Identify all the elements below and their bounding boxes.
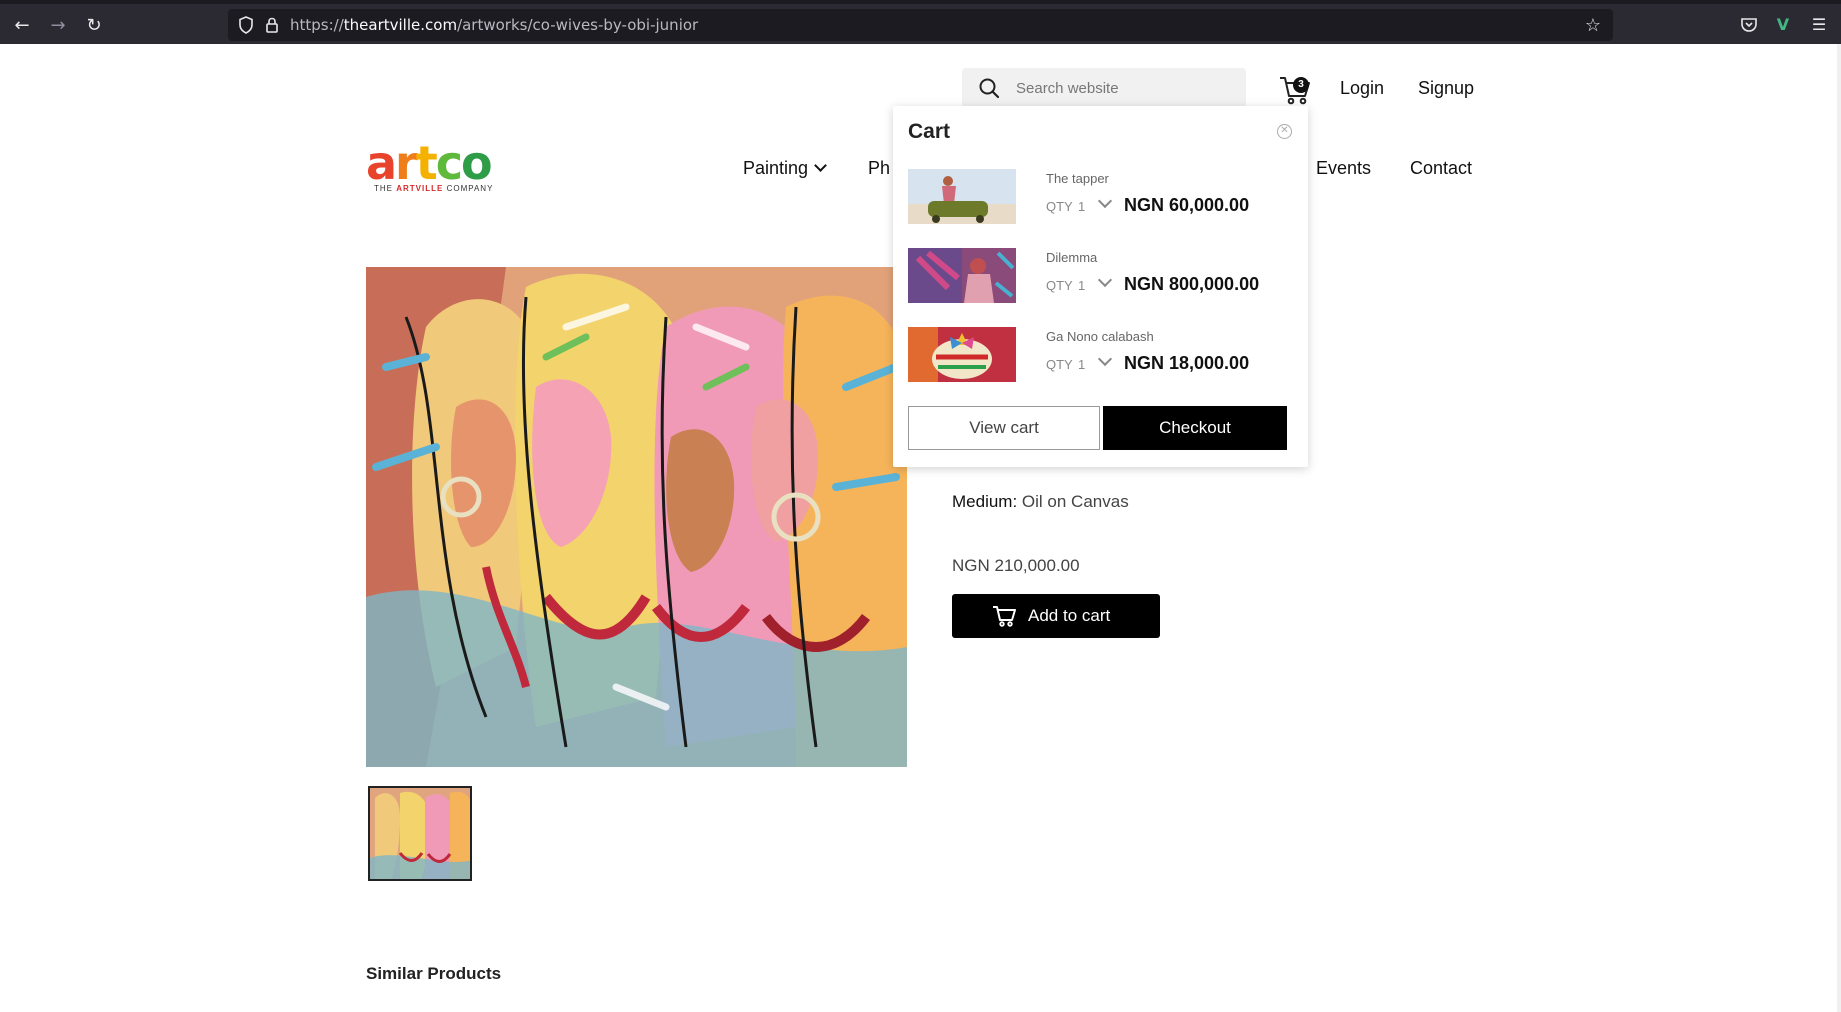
cart-item-name: Ga Nono calabash (1046, 329, 1154, 344)
logo-wordmark: artco (366, 140, 506, 186)
url-text: https://theartville.com/artworks/co-wive… (290, 16, 699, 34)
view-cart-button[interactable]: View cart (908, 406, 1100, 450)
signup-link[interactable]: Signup (1418, 78, 1474, 99)
cart-item-price: NGN 60,000.00 (1124, 195, 1250, 215)
similar-products-heading: Similar Products (366, 964, 502, 983)
cart-item-price: NGN 18,000.00 (1124, 353, 1250, 373)
product-price: NGN 210,000.00 (952, 556, 1080, 575)
nav-events[interactable]: Events (1316, 158, 1371, 179)
page-scrollbar[interactable] (1837, 44, 1841, 1012)
browser-toolbar: ← → ↻ https://theartville.com/artworks/c… (0, 0, 1841, 44)
logo-letter: c (435, 136, 463, 190)
qty-chevron-down-icon[interactable] (1097, 193, 1113, 209)
checkout-button[interactable]: Checkout (1103, 406, 1287, 450)
cart-count-badge: 3 (1293, 77, 1309, 93)
qty-value: 1 (1078, 199, 1086, 214)
artco-logo[interactable]: artco THE ARTVILLE COMPANY (366, 140, 506, 200)
qty-label: QTY (1046, 357, 1073, 372)
cart-item-price: NGN 800,000.00 (1124, 274, 1260, 294)
medium-line: Medium: Oil on Canvas (952, 492, 1129, 511)
cart-dropdown: Cart ✕ The tapper QTY 1 NGN 60,000.00 Di… (893, 106, 1308, 467)
medium-value: Oil on Canvas (1021, 492, 1129, 511)
qty-chevron-down-icon[interactable] (1097, 272, 1113, 288)
cart-item: Dilemma QTY 1 NGN 800,000.00 (908, 248, 1293, 304)
logo-letter: t (415, 136, 438, 190)
qty-label: QTY (1046, 278, 1073, 293)
back-icon[interactable]: ← (10, 14, 34, 38)
nav-painting[interactable]: Painting (743, 158, 827, 179)
login-link[interactable]: Login (1340, 78, 1384, 99)
search-input[interactable] (1016, 68, 1236, 108)
chevron-down-icon (814, 159, 827, 172)
cart-item-image[interactable] (908, 248, 1016, 303)
add-to-cart-button[interactable]: Add to cart (952, 594, 1160, 638)
pocket-icon[interactable] (1738, 14, 1760, 36)
bookmark-star-icon[interactable]: ☆ (1585, 15, 1601, 36)
close-icon[interactable]: ✕ (1277, 124, 1292, 139)
cart-item: The tapper QTY 1 NGN 60,000.00 (908, 169, 1293, 225)
search-icon (979, 78, 1000, 99)
nav-contact[interactable]: Contact (1410, 158, 1472, 179)
logo-letter: o (461, 136, 493, 190)
address-bar[interactable]: https://theartville.com/artworks/co-wive… (228, 9, 1613, 41)
cart-item: Ga Nono calabash QTY 1 NGN 18,000.00 (908, 327, 1293, 383)
reload-icon[interactable]: ↻ (82, 14, 106, 38)
qty-label: QTY (1046, 199, 1073, 214)
search-bar[interactable] (962, 68, 1246, 108)
logo-letter: a (366, 136, 397, 190)
logo-tagline: THE ARTVILLE COMPANY (374, 184, 494, 193)
nav-photography[interactable]: Ph (868, 158, 890, 179)
cart-item-image[interactable] (908, 327, 1016, 382)
vue-devtools-icon[interactable]: V (1772, 14, 1794, 36)
qty-value: 1 (1078, 357, 1086, 372)
artwork-image[interactable] (366, 267, 907, 767)
cart-item-name: The tapper (1046, 171, 1109, 186)
lock-icon (266, 17, 278, 33)
logo-letter: r (395, 136, 418, 190)
cart-item-name: Dilemma (1046, 250, 1098, 265)
forward-icon[interactable]: → (46, 14, 70, 38)
qty-value: 1 (1078, 278, 1086, 293)
artwork-thumbnail[interactable] (368, 786, 472, 881)
cart-title: Cart (908, 120, 951, 143)
qty-chevron-down-icon[interactable] (1097, 351, 1113, 367)
cart-icon (993, 606, 1016, 627)
cart-item-image[interactable] (908, 169, 1016, 224)
shield-icon (239, 16, 253, 34)
menu-icon[interactable]: ☰ (1808, 14, 1830, 36)
